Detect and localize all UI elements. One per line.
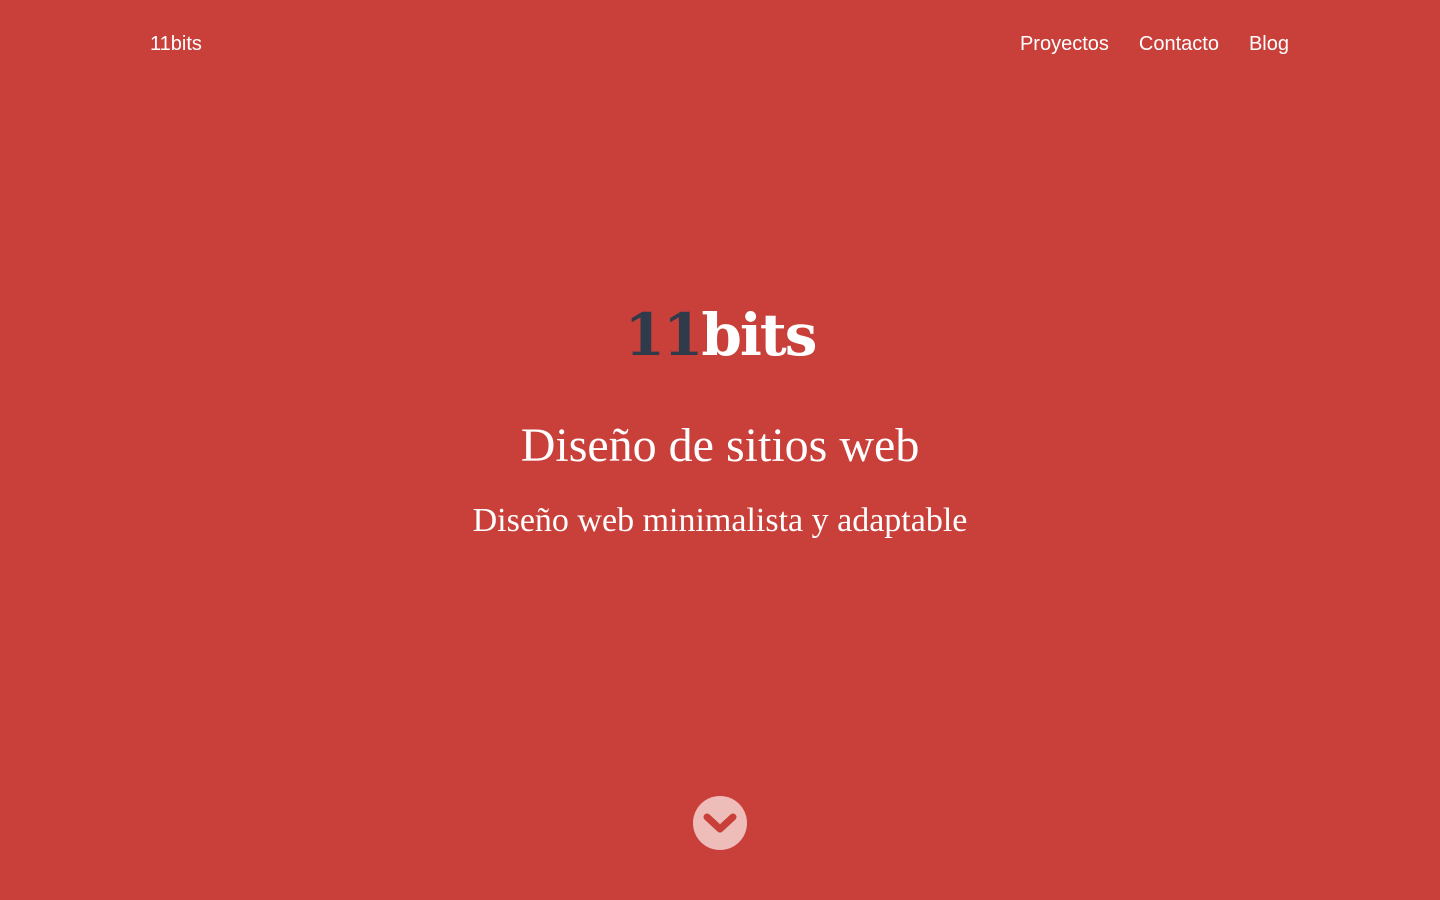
hero-section: 11bits Diseño de sitios web Diseño web m…	[0, 300, 1440, 542]
brand-link[interactable]: 11bits	[150, 31, 202, 57]
nav-link-proyectos[interactable]: Proyectos	[1020, 31, 1109, 57]
hero-logo: 11bits	[0, 300, 1440, 370]
logo-word: bits	[701, 301, 817, 369]
main-nav: Proyectos Contacto Blog	[1020, 31, 1289, 57]
top-navigation-bar: 11bits Proyectos Contacto Blog	[0, 0, 1440, 90]
scroll-down-button[interactable]	[693, 796, 747, 850]
hero-headline: Diseño de sitios web	[520, 419, 920, 472]
logo-numeric: 11	[624, 301, 704, 369]
chevron-down-icon	[703, 813, 737, 833]
nav-link-blog[interactable]: Blog	[1249, 31, 1289, 57]
nav-link-contacto[interactable]: Contacto	[1139, 31, 1219, 57]
hero-subheadline: Diseño web minimalista y adaptable	[472, 502, 968, 539]
